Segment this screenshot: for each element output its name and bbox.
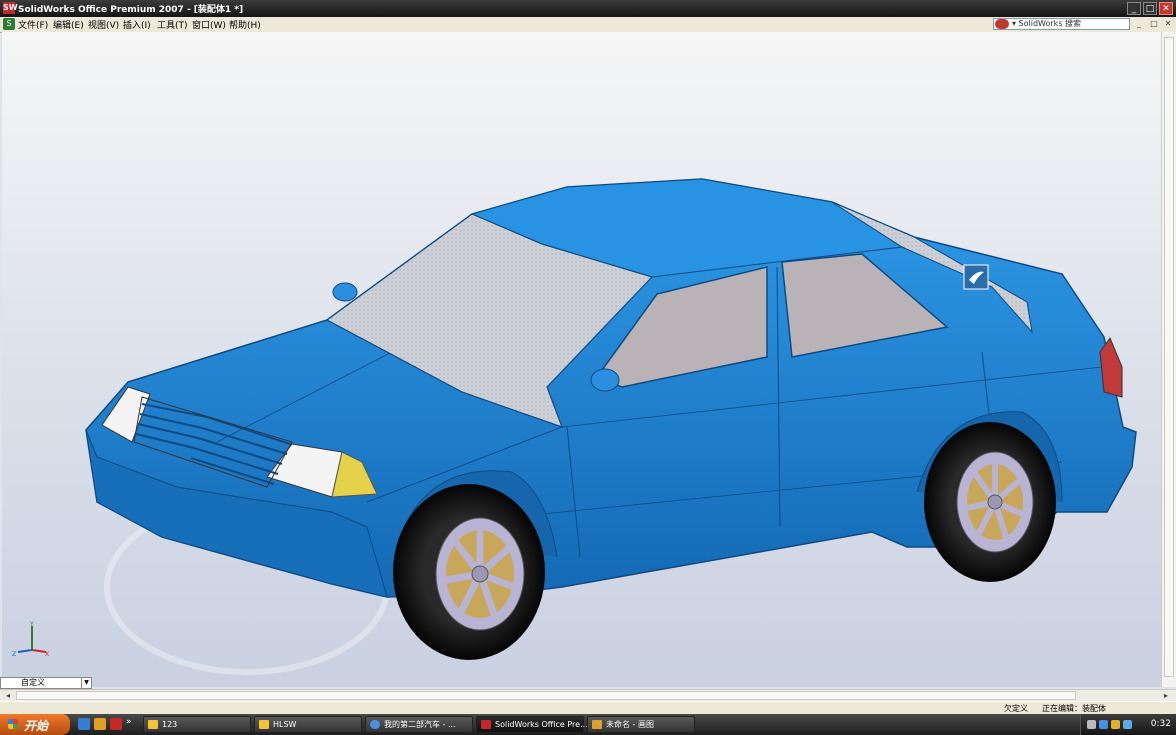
clock: 0:32: [1150, 719, 1171, 729]
vertical-scroll-thumb[interactable]: [1164, 37, 1174, 677]
help-icon[interactable]: [1099, 720, 1108, 729]
lock-icon[interactable]: [1111, 720, 1120, 729]
configuration-tab[interactable]: 自定义 ▼: [0, 677, 92, 689]
task-label: 123: [162, 720, 178, 729]
task-label: 未命名 - 画图: [606, 720, 654, 729]
task-browser[interactable]: 我的第二部汽车 - ...: [365, 716, 473, 733]
task-label: 我的第二部汽车 - ...: [384, 720, 456, 729]
menu-edit[interactable]: 编辑(E): [53, 18, 84, 31]
doc-minimize-button[interactable]: _: [1133, 18, 1145, 30]
triad-y-label: Y: [29, 621, 34, 628]
system-tray: 0:32: [1080, 714, 1176, 735]
menu-file[interactable]: 文件(F): [18, 18, 48, 31]
title-bar: SW SolidWorks Office Premium 2007 - [装配体…: [0, 0, 1176, 17]
task-label: HLSW: [273, 720, 297, 729]
status-editing: 正在编辑：装配体: [1042, 704, 1106, 713]
task-123[interactable]: 123: [143, 716, 251, 733]
vertical-scrollbar[interactable]: [1161, 32, 1176, 687]
more-chevron-icon[interactable]: »: [126, 717, 132, 727]
window-title: SolidWorks Office Premium 2007 - [装配体1 *…: [18, 5, 244, 15]
solidworks-logo-icon[interactable]: S: [3, 18, 15, 30]
horizontal-scroll-thumb[interactable]: [16, 691, 1076, 700]
windows-taskbar: 开始 » 123 HLSW 我的第二部汽车 - ... SolidWorks O…: [0, 714, 1176, 735]
view-triad-icon: Y X Z: [12, 621, 49, 658]
scroll-left-icon[interactable]: ◂: [2, 690, 14, 701]
quicklaunch-icon[interactable]: [94, 718, 106, 730]
triad-x-label: X: [45, 651, 49, 658]
task-paint[interactable]: 未命名 - 画图: [587, 716, 695, 733]
search-icon: [995, 19, 1009, 29]
scroll-right-icon[interactable]: ▸: [1160, 690, 1172, 701]
menu-tools[interactable]: 工具(T): [157, 18, 188, 31]
windows-flag-icon: [8, 719, 18, 729]
ie-icon[interactable]: [78, 718, 90, 730]
graphics-viewport[interactable]: Y X Z: [2, 32, 1161, 687]
menu-insert[interactable]: 插入(I): [123, 18, 151, 31]
car-model-3d: [85, 178, 1137, 675]
menu-bar: S 文件(F) 编辑(E) 视图(V) 插入(I) 工具(T) 窗口(W) 帮助…: [0, 17, 1176, 33]
network-icon[interactable]: [1123, 720, 1132, 729]
configuration-label: 自定义: [21, 678, 45, 687]
start-button[interactable]: 开始: [0, 714, 70, 735]
triad-z-label: Z: [12, 651, 16, 658]
start-label: 开始: [24, 719, 49, 733]
maximize-button[interactable]: □: [1143, 2, 1157, 15]
solidworks-icon: [481, 720, 491, 729]
search-placeholder: ▾ SolidWorks 搜索: [1012, 19, 1082, 28]
solidworks-search-box[interactable]: ▾ SolidWorks 搜索: [993, 18, 1130, 30]
close-button[interactable]: ✕: [1159, 2, 1173, 15]
status-definition: 欠定义: [1004, 704, 1028, 713]
menu-window[interactable]: 窗口(W): [192, 18, 226, 31]
solidworks-quicklaunch-icon[interactable]: [110, 718, 122, 730]
solidworks-app-icon[interactable]: SW: [3, 2, 18, 14]
folder-icon: [148, 720, 158, 729]
doc-close-button[interactable]: ✕: [1162, 18, 1174, 30]
status-bar: 欠定义 正在编辑：装配体: [0, 701, 1176, 715]
folder-icon: [259, 720, 269, 729]
doc-restore-button[interactable]: □: [1148, 18, 1160, 30]
task-solidworks[interactable]: SolidWorks Office Pre...: [476, 716, 588, 733]
ie-icon: [370, 720, 380, 729]
chevron-down-icon[interactable]: ▼: [81, 678, 91, 688]
tray-icon[interactable]: [1087, 720, 1096, 729]
menu-view[interactable]: 视图(V): [88, 18, 119, 31]
menu-help[interactable]: 帮助(H): [229, 18, 261, 31]
minimize-button[interactable]: _: [1127, 2, 1141, 15]
task-label: SolidWorks Office Pre...: [495, 720, 588, 729]
paint-icon: [592, 720, 602, 729]
task-hlsw[interactable]: HLSW: [254, 716, 362, 733]
